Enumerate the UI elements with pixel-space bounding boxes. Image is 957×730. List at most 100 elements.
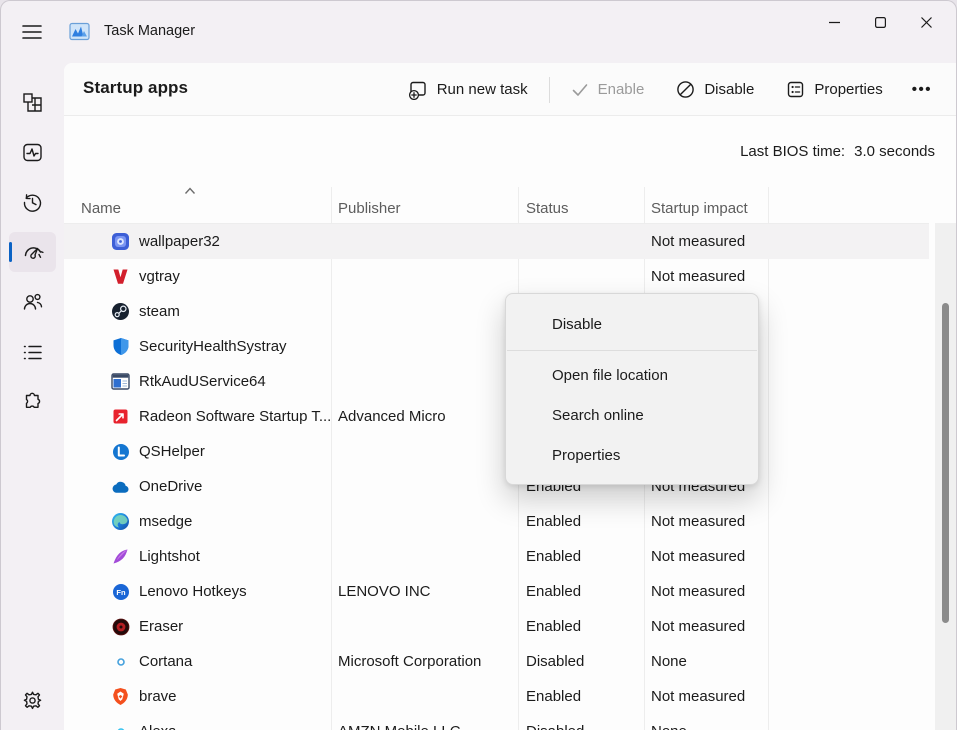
column-header-publisher[interactable]: Publisher: [338, 200, 401, 217]
vanguard-icon: [111, 267, 130, 286]
sidebar-navigation: [1, 63, 64, 730]
context-menu-item-properties[interactable]: Properties: [506, 436, 758, 476]
minimize-button[interactable]: [811, 1, 857, 43]
context-menu: Disable Open file locationSearch onlinePr…: [505, 293, 759, 485]
table-row[interactable]: QSHelperEnabledNot measured: [64, 434, 929, 469]
properties-label: Properties: [814, 81, 882, 98]
app-history-icon: [22, 192, 43, 213]
table-row[interactable]: Radeon Software Startup T...Advanced Mic…: [64, 399, 929, 434]
cell-status: Disabled: [518, 653, 644, 670]
eraser-icon: [111, 617, 130, 636]
sidebar-item-services[interactable]: [9, 382, 56, 422]
app-name: wallpaper32: [139, 233, 220, 250]
table-row[interactable]: RtkAudUService64Not measured: [64, 364, 929, 399]
cell-startup-impact: Not measured: [644, 548, 929, 565]
title-bar: Task Manager: [1, 1, 956, 63]
disable-button[interactable]: Disable: [665, 73, 765, 106]
vertical-scrollbar-thumb[interactable]: [942, 303, 949, 623]
gear-icon: [22, 690, 43, 711]
table-row[interactable]: vgtrayNot measured: [64, 259, 929, 294]
cortana-icon: [111, 652, 130, 671]
cell-startup-impact: Not measured: [644, 513, 929, 530]
cell-name: wallpaper32: [64, 232, 331, 251]
more-options-button[interactable]: •••: [904, 75, 940, 104]
maximize-icon: [875, 17, 886, 28]
enable-button[interactable]: Enable: [560, 74, 656, 106]
cell-status: Enabled: [518, 513, 644, 530]
cell-name: Alexa: [64, 722, 331, 730]
run-new-task-button[interactable]: Run new task: [397, 73, 539, 107]
vertical-scrollbar-track[interactable]: [935, 223, 956, 730]
cell-name: Eraser: [64, 617, 331, 636]
table-row[interactable]: wallpaper32Not measured: [64, 224, 929, 259]
context-menu-item-search-online[interactable]: Search online: [506, 396, 758, 436]
app-name: RtkAudUService64: [139, 373, 266, 390]
cell-status: Enabled: [518, 688, 644, 705]
brave-icon: [111, 687, 130, 706]
sort-ascending-icon: [184, 187, 196, 195]
svg-text:Fn: Fn: [116, 588, 126, 597]
steam-icon: [111, 302, 130, 321]
cell-publisher: Advanced Micro: [331, 408, 518, 425]
lenovo-fn-icon: Fn: [111, 582, 130, 601]
close-button[interactable]: [903, 1, 949, 43]
cell-startup-impact: Not measured: [644, 618, 929, 635]
table-row[interactable]: Eraser EnabledNot measured: [64, 609, 929, 644]
cell-name: QSHelper: [64, 442, 331, 461]
column-header-status[interactable]: Status: [526, 200, 569, 217]
app-name: QSHelper: [139, 443, 205, 460]
radeon-icon: [111, 407, 130, 426]
sidebar-item-users[interactable]: [9, 282, 56, 322]
maximize-button[interactable]: [857, 1, 903, 43]
run-new-task-icon: [408, 80, 428, 100]
table-row[interactable]: AlexaAMZN Mobile LLCDisabledNone: [64, 714, 929, 730]
app-name: vgtray: [139, 268, 180, 285]
sidebar-item-startup-apps[interactable]: [9, 232, 56, 272]
sidebar-item-details[interactable]: [9, 332, 56, 372]
cell-name: Radeon Software Startup T...: [64, 407, 331, 426]
cell-name: msedge: [64, 512, 331, 531]
cell-publisher: AMZN Mobile LLC: [331, 723, 518, 730]
properties-button[interactable]: Properties: [775, 73, 893, 106]
cell-status: Enabled: [518, 618, 644, 635]
sidebar-item-performance[interactable]: [9, 132, 56, 172]
table-row[interactable]: steamNot measured: [64, 294, 929, 329]
app-name: Lenovo Hotkeys: [139, 583, 247, 600]
cell-name: OneDrive: [64, 477, 331, 496]
sidebar-item-processes[interactable]: [9, 82, 56, 122]
last-bios-time: Last BIOS time: 3.0 seconds: [740, 143, 935, 160]
table-row[interactable]: CortanaMicrosoft CorporationDisabledNone: [64, 644, 929, 679]
column-header-impact[interactable]: Startup impact: [651, 200, 748, 217]
last-bios-time-value: 3.0 seconds: [854, 143, 935, 160]
table-row[interactable]: msedge EnabledNot measured: [64, 504, 929, 539]
table-row[interactable]: LightshotEnabledNot measured: [64, 539, 929, 574]
hamburger-icon: [22, 24, 42, 40]
selected-accent-bar: [9, 242, 12, 262]
column-header-name[interactable]: Name: [81, 200, 121, 217]
last-bios-time-label: Last BIOS time:: [740, 143, 845, 160]
wallpaper-engine-icon: [111, 232, 130, 251]
table-row[interactable]: SecurityHealthSystrayNot measured: [64, 329, 929, 364]
navigation-menu-button[interactable]: [13, 15, 51, 49]
cell-status: Enabled: [518, 548, 644, 565]
table-row[interactable]: OneDriveEnabledNot measured: [64, 469, 929, 504]
context-menu-item-open-file-location[interactable]: Open file location: [506, 356, 758, 396]
cell-name: Fn Lenovo Hotkeys: [64, 582, 331, 601]
app-name: steam: [139, 303, 180, 320]
performance-icon: [22, 142, 43, 163]
startup-apps-table: wallpaper32Not measuredvgtrayNot measure…: [64, 224, 929, 730]
cell-name: steam: [64, 302, 331, 321]
task-manager-window: Task Manager Startup apps Run new taskEn…: [0, 0, 957, 730]
main-panel: Startup apps Run new taskEnableDisablePr…: [64, 63, 956, 730]
app-name: Radeon Software Startup T...: [139, 408, 331, 425]
table-row[interactable]: FnLenovo HotkeysLENOVO INCEnabledNot mea…: [64, 574, 929, 609]
sidebar-item-app-history[interactable]: [9, 182, 56, 222]
windows-security-icon: [111, 337, 130, 356]
cell-startup-impact: Not measured: [644, 583, 929, 600]
processes-icon: [22, 92, 43, 113]
table-row[interactable]: braveEnabledNot measured: [64, 679, 929, 714]
context-menu-item-disable[interactable]: Disable: [506, 305, 758, 345]
app-name: Eraser: [139, 618, 183, 635]
sidebar-item-settings[interactable]: [9, 680, 56, 720]
task-manager-logo-icon: [69, 21, 90, 42]
